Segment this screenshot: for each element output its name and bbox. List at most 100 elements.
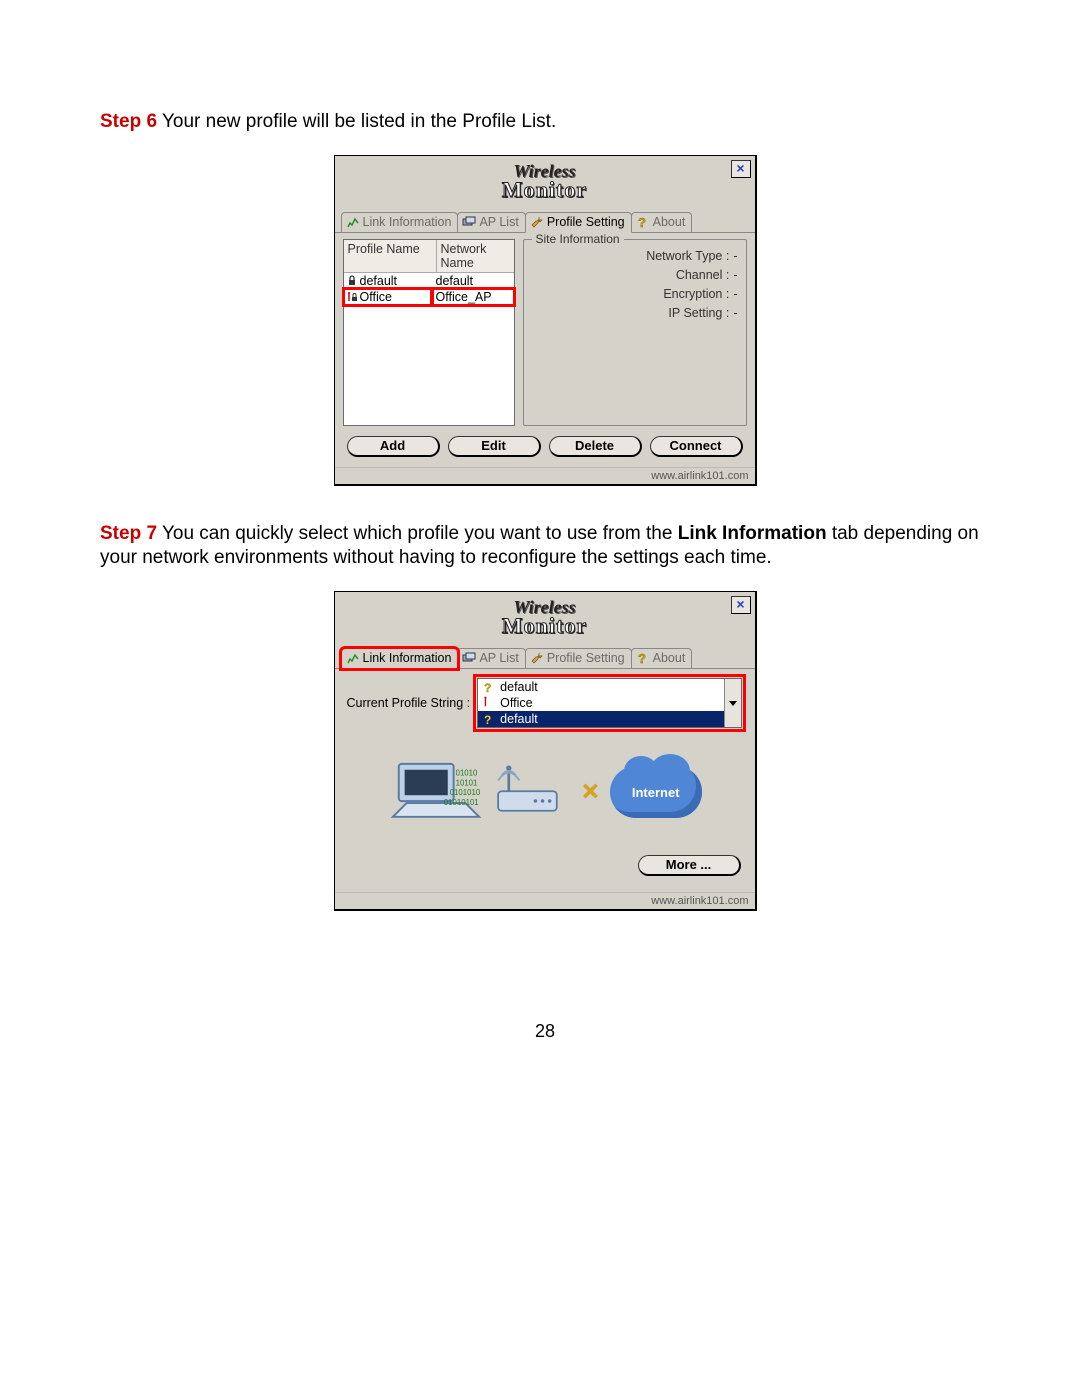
svg-text:?: ? [484,713,491,726]
lbl-ip-setting: IP Setting : [668,306,729,320]
tab-profile-setting[interactable]: Profile Setting [525,648,632,668]
profile-name-office: Office [360,290,392,304]
signal-icon [346,651,360,665]
dropdown-arrow-button[interactable] [724,679,741,727]
delete-button[interactable]: Delete [549,436,642,457]
title-bar: Wireless Monitor × [335,592,755,644]
tab-ap-list-label: AP List [479,215,518,229]
val-channel: - [733,268,737,282]
svg-text:?: ? [638,215,646,229]
profile-combobox[interactable]: ? default [477,678,741,728]
footer-url: www.airlink101.com [335,892,755,909]
lbl-network-type: Network Type : [646,249,729,263]
profile-combo-list: Office ? default [478,695,740,727]
svg-text:?: ? [484,681,491,694]
close-button[interactable]: × [731,596,751,614]
step6-text: Step 6 Your new profile will be listed i… [100,110,990,135]
tab-link-information-label: Link Information [363,651,452,665]
network-name-office: Office_AP [432,289,514,305]
profile-option-office-label: Office [500,696,532,710]
more-button[interactable]: More ... [638,855,741,876]
tab-about[interactable]: ? About [631,648,693,668]
profile-option-default-label: default [500,712,538,726]
lbl-channel: Channel : [676,268,730,282]
app-title-line2: Monitor [502,180,587,201]
ap-list-icon [462,651,476,665]
profile-combo-selected: default [500,680,538,694]
app-title-line2: Monitor [502,616,587,637]
lbl-encryption: Encryption : [663,287,729,301]
profile-option-office[interactable]: Office [478,695,740,711]
close-button[interactable]: × [731,160,751,178]
profile-name-default: default [360,274,398,288]
tab-bar: Link Information AP List Profile Setting [335,644,755,669]
laptop-icon: 01010 10101 0101010 01010101 [387,758,485,827]
tab-link-information[interactable]: Link Information [341,212,459,232]
step7-bold: Link Information [678,523,827,544]
question-small-icon: ? [482,680,496,694]
step7-label: Step 7 [100,523,157,544]
tab-about-label: About [653,215,686,229]
tab-about-label: About [653,651,686,665]
site-info-legend: Site Information [532,232,624,246]
question-small-icon: ? [482,712,496,726]
svg-text:01010: 01010 [456,768,478,777]
current-profile-label: Current Profile String : [347,696,471,710]
step7-text: Step 7 You can quickly select which prof… [100,522,990,571]
tab-profile-setting-label: Profile Setting [547,215,625,229]
tab-ap-list[interactable]: AP List [457,648,525,668]
wireless-monitor-window-linkinfo: Wireless Monitor × Link Information AP L… [334,591,757,911]
svg-text:0101010: 0101010 [450,788,481,797]
edit-button[interactable]: Edit [448,436,541,457]
val-ip-setting: - [733,306,737,320]
tab-ap-list-label: AP List [479,651,518,665]
val-encryption: - [733,287,737,301]
profile-row-office[interactable]: Office Office_AP [344,289,514,305]
connection-illustration: 01010 10101 0101010 01010101 ✕ [343,737,747,847]
antenna-lock-icon [346,291,358,303]
ap-list-icon [462,215,476,229]
question-icon: ? [636,215,650,229]
app-title: Wireless Monitor [502,163,587,201]
step6-body: Your new profile will be listed in the P… [157,111,556,132]
internet-label: Internet [632,785,680,800]
tab-about[interactable]: ? About [631,212,693,232]
svg-text:01010101: 01010101 [444,798,479,807]
svg-text:?: ? [638,651,646,665]
tab-ap-list[interactable]: AP List [457,212,525,232]
network-name-default: default [432,273,514,289]
col-network-name: Network Name [437,240,514,272]
tab-profile-setting[interactable]: Profile Setting [525,212,632,233]
antenna-icon [482,696,496,710]
app-title: Wireless Monitor [502,599,587,637]
wrench-icon [530,651,544,665]
question-icon: ? [636,651,650,665]
profile-combo-highlight: ? default [476,677,742,729]
tab-profile-setting-label: Profile Setting [547,651,625,665]
wrench-icon [530,215,544,229]
router-icon [491,761,571,823]
page-number: 28 [100,1021,990,1042]
signal-icon [346,215,360,229]
step7-body-a: You can quickly select which profile you… [157,523,678,544]
tab-bar: Link Information AP List Profile Setting [335,208,755,233]
profile-list[interactable]: Profile Name Network Name default [343,239,515,426]
connect-button[interactable]: Connect [650,436,743,457]
col-profile-name: Profile Name [344,240,437,272]
profile-list-header: Profile Name Network Name [344,240,514,273]
add-button[interactable]: Add [347,436,440,457]
tab-link-information[interactable]: Link Information [341,648,459,669]
profile-option-default[interactable]: ? default [478,711,740,727]
footer-url: www.airlink101.com [335,467,755,484]
internet-cloud: Internet [610,766,702,818]
disconnected-x-icon: ✕ [581,779,599,805]
site-information-panel: Site Information Network Type :- Channel… [523,239,747,426]
step6-label: Step 6 [100,111,157,132]
wireless-monitor-window-profile: Wireless Monitor × Link Information AP L… [334,155,757,486]
profile-row-default[interactable]: default default [344,273,514,289]
title-bar: Wireless Monitor × [335,156,755,208]
svg-text:10101: 10101 [456,778,478,787]
button-row: Add Edit Delete Connect [343,436,747,457]
tab-link-information-label: Link Information [363,215,452,229]
lock-icon [346,275,358,287]
